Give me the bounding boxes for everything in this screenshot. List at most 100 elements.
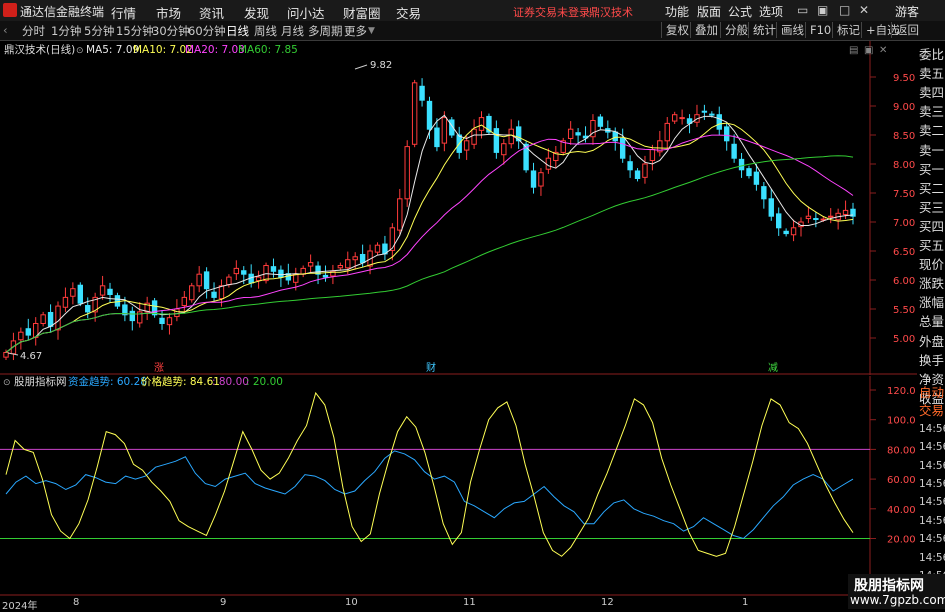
candle-body: [634, 170, 641, 180]
candle-body: [166, 317, 173, 326]
menu-gongshi[interactable]: 公式: [728, 3, 752, 20]
menu-jiaoyi[interactable]: 交易: [396, 3, 421, 22]
level-20-value: : 20.00: [246, 376, 283, 388]
candle-body: [501, 143, 507, 156]
chart-btn-2-icon[interactable]: ▣: [864, 45, 873, 56]
title-bar: 通达信金融终端 行情 市场 资讯 发现 问小达 财富圈 交易 证券交易未登录 鼎…: [0, 0, 945, 22]
stock-title: 鼎汉技术(日线): [4, 43, 75, 56]
scroll-left-icon[interactable]: ‹: [3, 23, 8, 37]
btn-f10[interactable]: F10: [805, 22, 835, 38]
trade-login-warning[interactable]: 证券交易未登录: [513, 4, 590, 20]
sidebar-item: 买二: [919, 180, 945, 196]
candle-body: [114, 295, 121, 307]
event-marker-jian[interactable]: 减: [768, 362, 778, 374]
sidebar-item[interactable]: 自动: [919, 383, 945, 402]
period-fenshi[interactable]: 分时: [22, 23, 45, 39]
period-1min[interactable]: 1分钟: [51, 23, 81, 39]
period-more[interactable]: 更多: [344, 23, 367, 39]
candle-body: [753, 171, 760, 185]
sidebar-item: 14:56: [919, 459, 945, 472]
candle-body: [723, 126, 730, 142]
indicator-tick-label: 40.00: [887, 505, 916, 516]
candle-body: [62, 296, 69, 308]
candle-body: [18, 331, 24, 341]
sidebar-item[interactable]: 交易: [919, 401, 945, 420]
candle-body: [731, 143, 737, 159]
menu-caifuquan[interactable]: 财富圈: [343, 3, 381, 22]
candle-body: [203, 271, 210, 290]
app-logo-icon: [3, 3, 17, 17]
candle-body: [783, 230, 789, 235]
candle-body: [226, 276, 232, 286]
period-multi[interactable]: 多周期: [308, 23, 343, 39]
candle-body: [538, 172, 544, 187]
candle-body: [805, 215, 812, 220]
menu-wenxiaoda[interactable]: 问小达: [287, 3, 325, 22]
date-label-nov: 11: [463, 597, 476, 608]
btn-fuquan[interactable]: 复权: [661, 22, 693, 38]
fund-trend-value: 资金趋势: 60.28: [68, 376, 147, 388]
menu-faxian[interactable]: 发现: [244, 3, 269, 22]
sidebar-item: 14:56: [919, 533, 945, 546]
candle-body: [709, 113, 715, 116]
chart-close-icon[interactable]: ✕: [879, 45, 887, 56]
period-60min[interactable]: 60分钟: [188, 23, 226, 39]
indicator-tick-label: 20.00: [887, 535, 916, 546]
candle-body: [374, 244, 381, 253]
menu-banmian[interactable]: 版面: [697, 3, 721, 20]
price-tick-label: 5.00: [893, 334, 915, 345]
candle-body: [196, 273, 202, 287]
ind-settings-icon[interactable]: ⊙: [3, 378, 11, 388]
candle-body: [679, 117, 685, 120]
sidebar-item: 卖二: [919, 123, 945, 139]
period-5min[interactable]: 5分钟: [84, 23, 114, 39]
indicator-chart[interactable]: 120.0 100.0 80.00 60.00 40.00 20.00 ⊙ 股朋指标网 资…: [0, 376, 917, 596]
btn-biaoji[interactable]: 标记: [832, 22, 864, 38]
candle-body: [174, 308, 180, 318]
btn-diejia[interactable]: 叠加: [690, 22, 722, 38]
right-sidebar: 委比 卖五 卖四 卖三 卖二 卖一 买一 买二 买三 买四 买五 现价 涨跌 涨幅 总量 外盘 换手 净资 收益 自动…: [917, 41, 945, 609]
menu-xuanxiang[interactable]: 选项: [759, 3, 783, 20]
settings-icon[interactable]: ⊙: [76, 46, 84, 56]
candle-body: [233, 267, 240, 275]
candle-body: [530, 170, 537, 188]
period-toolbar: ‹ 分时 1分钟 5分钟 15分钟 30分钟 60分钟 日线 周线 月线 多周期…: [0, 21, 945, 41]
menu-zixun[interactable]: 资讯: [199, 3, 224, 22]
candle-body: [463, 140, 470, 151]
price-tick-label: 6.00: [893, 276, 915, 287]
price-chart[interactable]: 9.50 9.00 8.50 8.00 7.50 7.00 6.50 6.00 5.50 5.00…: [0, 41, 917, 375]
price-tick-label: 7.50: [893, 189, 915, 200]
chevron-down-icon[interactable]: ▼: [368, 26, 375, 36]
watermark-url: www.7gpzb.com: [850, 593, 945, 607]
btn-back[interactable]: 返回: [891, 22, 923, 38]
price-tick-label: 9.50: [893, 73, 915, 84]
btn-huaxian[interactable]: 画线: [776, 22, 808, 38]
sidebar-item: 14:56: [919, 496, 945, 509]
chart-btn-1-icon[interactable]: ▤: [849, 45, 858, 56]
maximize-icon[interactable]: □: [839, 3, 850, 17]
event-marker-zhang[interactable]: 涨: [154, 362, 164, 374]
period-daily[interactable]: 日线: [226, 23, 249, 39]
period-30min[interactable]: 30分钟: [152, 23, 190, 39]
menu-hangqing[interactable]: 行情: [111, 3, 136, 22]
candle-body: [664, 122, 670, 142]
candle-body: [345, 259, 351, 269]
candle-body: [85, 305, 91, 313]
menu-gongneng[interactable]: 功能: [665, 3, 689, 20]
guest-user[interactable]: 游客: [895, 3, 919, 20]
indicator-tick-label: 60.00: [887, 475, 916, 486]
sidebar-item: 14:56: [919, 478, 945, 490]
period-weekly[interactable]: 周线: [254, 23, 277, 39]
menu-shichang[interactable]: 市场: [156, 3, 181, 22]
restore-icon[interactable]: ▣: [817, 3, 828, 17]
candle-body: [218, 285, 225, 300]
sidebar-item: 涨跌: [919, 276, 945, 292]
sidebar-item: 买五: [919, 238, 945, 253]
close-icon[interactable]: ✕: [859, 3, 869, 17]
period-15min[interactable]: 15分钟: [116, 23, 154, 39]
minimize-icon[interactable]: ▭: [797, 3, 808, 17]
indicator-name: 股朋指标网: [14, 376, 67, 388]
period-monthly[interactable]: 月线: [281, 23, 304, 39]
sidebar-item: 总量: [919, 314, 945, 330]
event-marker-cai[interactable]: 财: [426, 361, 436, 374]
